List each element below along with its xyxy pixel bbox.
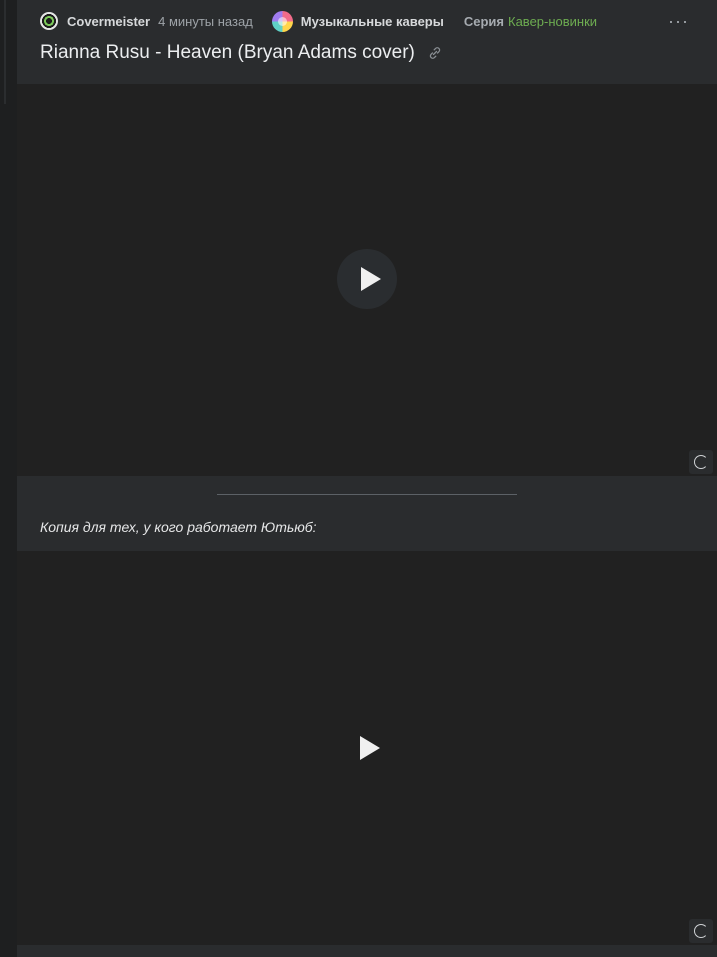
play-icon[interactable] [361,267,381,291]
left-rail [0,0,17,957]
video-player-primary[interactable] [17,84,717,476]
post-meta-bar: Covermeister 4 минуты назад Музыкальные … [17,0,717,42]
title-row: Rianna Rusu - Heaven (Bryan Adams cover) [40,40,442,66]
play-icon[interactable] [360,736,380,760]
post-title[interactable]: Rianna Rusu - Heaven (Bryan Adams cover) [40,42,415,64]
copy-caption: Копия для тех, у кого работает Ютьюб: [40,519,317,535]
author-avatar-icon[interactable] [40,12,58,30]
card-footer-strip [17,945,717,957]
loading-spinner-icon [694,455,708,469]
post-time[interactable]: 4 минуты назад [158,14,253,29]
section-divider [217,494,517,495]
rail-accent [4,0,6,104]
subsite-avatar-icon[interactable] [271,10,293,32]
series-label: Серия [463,13,504,29]
author-name[interactable]: Covermeister [67,14,150,29]
video-player-copy[interactable] [17,551,717,945]
more-options-button[interactable]: ··· [668,12,689,30]
series-link[interactable]: Кавер-новинки [508,14,597,29]
loading-spinner-icon [694,924,708,938]
post-card: Covermeister 4 минуты назад Музыкальные … [17,0,717,957]
subsite-name[interactable]: Музыкальные каверы [301,14,444,29]
link-icon[interactable] [428,46,442,60]
